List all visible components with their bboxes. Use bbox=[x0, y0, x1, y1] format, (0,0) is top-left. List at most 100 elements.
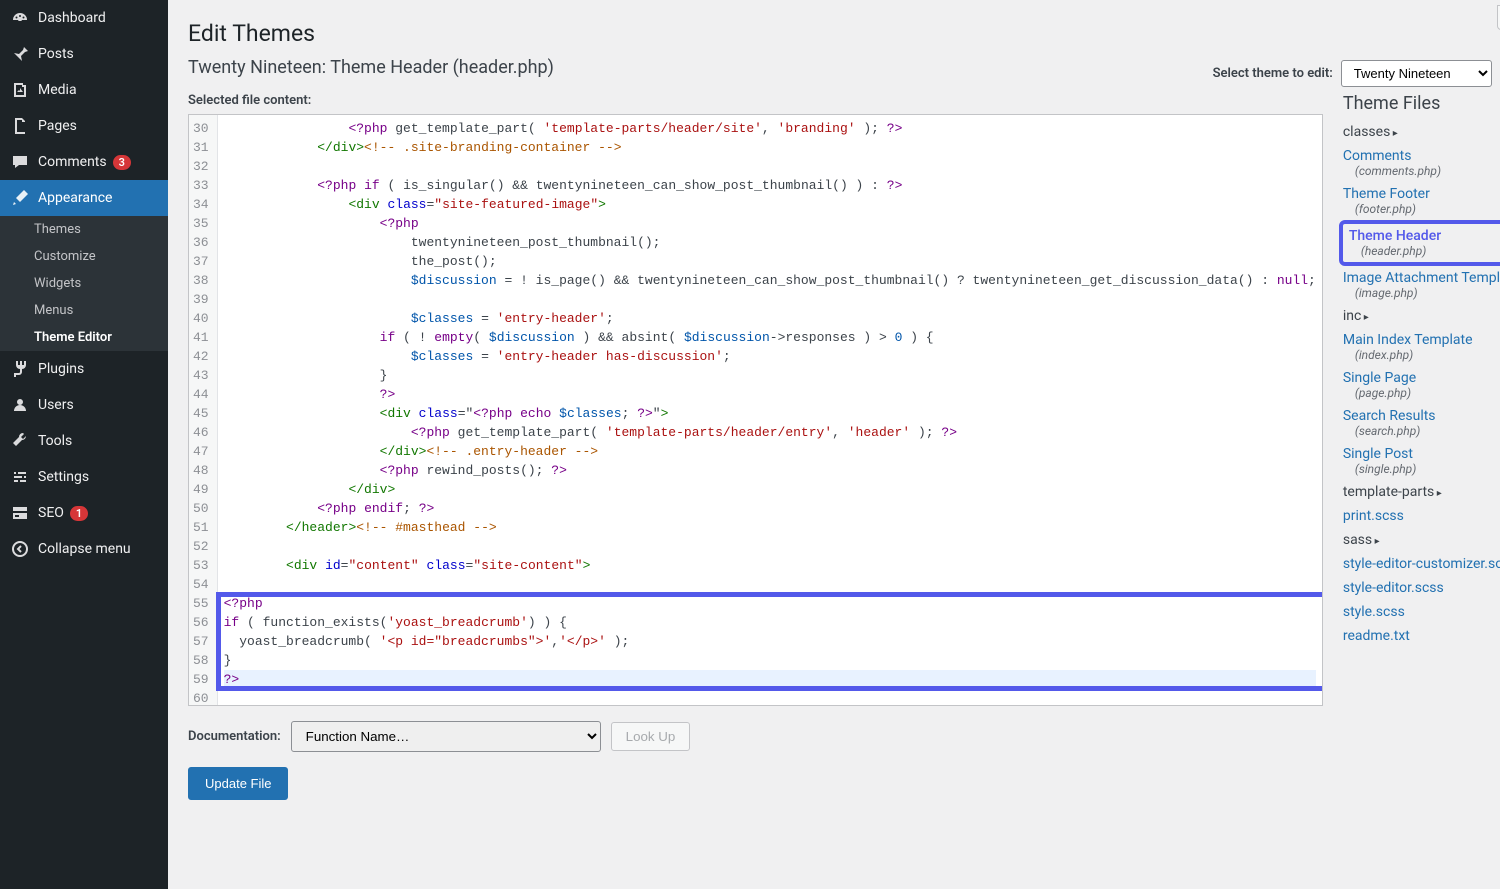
file-link[interactable]: Theme Header bbox=[1349, 228, 1441, 244]
file-item[interactable]: Single Page(page.php) bbox=[1343, 370, 1500, 400]
file-item[interactable]: Comments(comments.php) bbox=[1343, 148, 1500, 178]
file-link[interactable]: readme.txt bbox=[1343, 628, 1410, 644]
code-line[interactable]: } bbox=[224, 366, 1316, 385]
sidebar-item-users[interactable]: Users bbox=[0, 387, 168, 423]
file-filename: (index.php) bbox=[1355, 348, 1500, 362]
file-link[interactable]: Image Attachment Template bbox=[1343, 270, 1500, 286]
theme-files-list: classes Comments(comments.php) Theme Foote… bbox=[1343, 124, 1500, 644]
code-line[interactable]: ?> bbox=[224, 385, 1316, 404]
sidebar-item-comments[interactable]: Comments3 bbox=[0, 144, 168, 180]
documentation-select[interactable]: Function Name… bbox=[291, 721, 601, 752]
main-content: Help Edit Themes Twenty Nineteen: Theme … bbox=[168, 0, 1500, 889]
file-link[interactable]: print.scss bbox=[1343, 508, 1404, 524]
file-item[interactable]: readme.txt bbox=[1343, 628, 1500, 644]
sidebar-item-plugins[interactable]: Plugins bbox=[0, 351, 168, 387]
code-line[interactable]: </div><!-- .entry-header --> bbox=[224, 442, 1316, 461]
submenu-item-themes[interactable]: Themes bbox=[0, 216, 168, 243]
submenu-item-menus[interactable]: Menus bbox=[0, 297, 168, 324]
file-item[interactable]: style-editor.scss bbox=[1343, 580, 1500, 596]
submenu-item-widgets[interactable]: Widgets bbox=[0, 270, 168, 297]
code-line[interactable] bbox=[224, 689, 1316, 706]
code-line[interactable]: </div><!-- .site-branding-container --> bbox=[224, 138, 1316, 157]
file-link[interactable]: Single Post bbox=[1343, 446, 1413, 462]
pin-icon bbox=[10, 44, 30, 64]
update-file-button[interactable]: Update File bbox=[188, 767, 288, 800]
code-line[interactable]: $classes = 'entry-header has-discussion'… bbox=[224, 347, 1316, 366]
file-item[interactable]: inc bbox=[1343, 308, 1500, 324]
folder-label[interactable]: template-parts bbox=[1343, 484, 1442, 500]
file-link[interactable]: style.scss bbox=[1343, 604, 1405, 620]
code-line[interactable]: <div class="<?php echo $classes; ?>"> bbox=[224, 404, 1316, 423]
file-item[interactable]: Search Results(search.php) bbox=[1343, 408, 1500, 438]
sidebar-item-media[interactable]: Media bbox=[0, 72, 168, 108]
code-line[interactable] bbox=[224, 537, 1316, 556]
code-line[interactable]: <div id="content" class="site-content"> bbox=[224, 556, 1316, 575]
code-line[interactable]: the_post(); bbox=[224, 252, 1316, 271]
lookup-button[interactable]: Look Up bbox=[611, 722, 691, 751]
code-line[interactable]: </header><!-- #masthead --> bbox=[224, 518, 1316, 537]
code-line[interactable]: twentynineteen_post_thumbnail(); bbox=[224, 233, 1316, 252]
code-editor[interactable]: 3031323334353637383940414243444546474849… bbox=[188, 114, 1323, 706]
folder-label[interactable]: classes bbox=[1343, 124, 1398, 140]
sidebar-item-dashboard[interactable]: Dashboard bbox=[0, 0, 168, 36]
file-item[interactable]: template-parts bbox=[1343, 484, 1500, 500]
badge: 3 bbox=[113, 155, 131, 170]
theme-select[interactable]: Twenty Nineteen bbox=[1341, 60, 1492, 87]
folder-label[interactable]: sass bbox=[1343, 532, 1380, 548]
code-line[interactable]: } bbox=[224, 651, 1316, 670]
code-line[interactable]: <?php get_template_part( 'template-parts… bbox=[224, 119, 1316, 138]
sidebar-item-posts[interactable]: Posts bbox=[0, 36, 168, 72]
code-line[interactable] bbox=[224, 575, 1316, 594]
file-item[interactable]: Theme Header(header.php) bbox=[1343, 224, 1500, 262]
sidebar-item-tools[interactable]: Tools bbox=[0, 423, 168, 459]
sidebar-item-pages[interactable]: Pages bbox=[0, 108, 168, 144]
code-line[interactable]: if ( function_exists('yoast_breadcrumb')… bbox=[224, 613, 1316, 632]
file-link[interactable]: Main Index Template bbox=[1343, 332, 1473, 348]
file-link[interactable]: style-editor-customizer.scss bbox=[1343, 556, 1500, 572]
file-item[interactable]: Main Index Template(index.php) bbox=[1343, 332, 1500, 362]
documentation-label: Documentation: bbox=[188, 729, 281, 744]
file-filename: (single.php) bbox=[1355, 462, 1500, 476]
folder-label[interactable]: inc bbox=[1343, 308, 1369, 324]
file-filename: (header.php) bbox=[1361, 244, 1500, 258]
sidebar-item-label: Settings bbox=[38, 469, 89, 485]
code-line[interactable]: <?php endif; ?> bbox=[224, 499, 1316, 518]
file-item[interactable]: Theme Footer(footer.php) bbox=[1343, 186, 1500, 216]
code-line[interactable]: <?php bbox=[224, 594, 1316, 613]
file-link[interactable]: Theme Footer bbox=[1343, 186, 1430, 202]
file-item[interactable]: style-editor-customizer.scss bbox=[1343, 556, 1500, 572]
file-item[interactable]: style.scss bbox=[1343, 604, 1500, 620]
file-link[interactable]: style-editor.scss bbox=[1343, 580, 1444, 596]
sidebar-item-collapse-menu[interactable]: Collapse menu bbox=[0, 531, 168, 567]
code-line[interactable]: </div> bbox=[224, 480, 1316, 499]
file-item[interactable]: print.scss bbox=[1343, 508, 1500, 524]
sidebar-item-appearance[interactable]: Appearance bbox=[0, 180, 168, 216]
code-line[interactable] bbox=[224, 290, 1316, 309]
code-line[interactable]: <?php bbox=[224, 214, 1316, 233]
code-line[interactable]: <?php get_template_part( 'template-parts… bbox=[224, 423, 1316, 442]
file-item[interactable]: Image Attachment Template(image.php) bbox=[1343, 270, 1500, 300]
code-line[interactable]: <?php rewind_posts(); ?> bbox=[224, 461, 1316, 480]
sidebar-item-seo[interactable]: SEO1 bbox=[0, 495, 168, 531]
submenu-item-customize[interactable]: Customize bbox=[0, 243, 168, 270]
file-item[interactable]: classes bbox=[1343, 124, 1500, 140]
file-item[interactable]: Single Post(single.php) bbox=[1343, 446, 1500, 476]
code-area[interactable]: <?php get_template_part( 'template-parts… bbox=[218, 115, 1322, 705]
code-line[interactable] bbox=[224, 157, 1316, 176]
submenu-item-theme-editor[interactable]: Theme Editor bbox=[0, 324, 168, 351]
code-line[interactable]: yoast_breadcrumb( '<p id="breadcrumbs">'… bbox=[224, 632, 1316, 651]
code-line[interactable]: <div class="site-featured-image"> bbox=[224, 195, 1316, 214]
file-item[interactable]: sass bbox=[1343, 532, 1500, 548]
code-line[interactable]: $discussion = ! is_page() && twentyninet… bbox=[224, 271, 1316, 290]
code-line[interactable]: ?> bbox=[224, 670, 1316, 689]
sidebar-item-settings[interactable]: Settings bbox=[0, 459, 168, 495]
sidebar-item-label: Collapse menu bbox=[38, 541, 131, 557]
settings-icon bbox=[10, 467, 30, 487]
code-line[interactable]: if ( ! empty( $discussion ) && absint( $… bbox=[224, 328, 1316, 347]
file-link[interactable]: Search Results bbox=[1343, 408, 1436, 424]
code-line[interactable]: $classes = 'entry-header'; bbox=[224, 309, 1316, 328]
file-link[interactable]: Comments bbox=[1343, 148, 1412, 164]
code-line[interactable]: <?php if ( is_singular() && twentyninete… bbox=[224, 176, 1316, 195]
file-link[interactable]: Single Page bbox=[1343, 370, 1416, 386]
sidebar-item-label: Posts bbox=[38, 46, 74, 62]
